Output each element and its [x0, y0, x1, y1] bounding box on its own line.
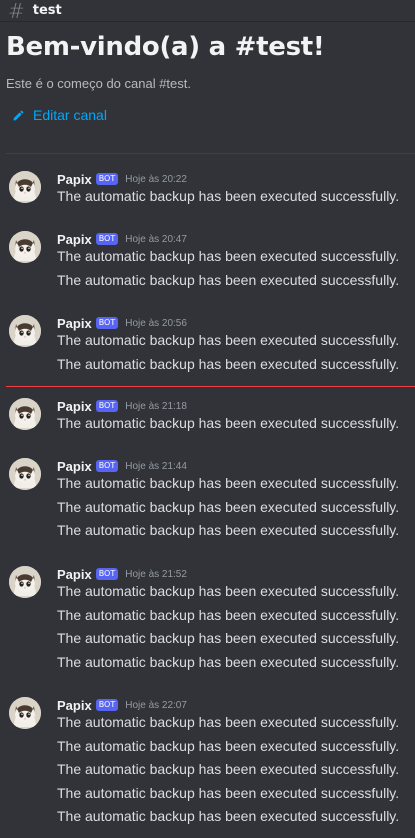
- cat-avatar[interactable]: [9, 398, 41, 430]
- cat-avatar[interactable]: [9, 171, 41, 203]
- new-messages-divider: [6, 386, 415, 387]
- message-content: The automatic backup has been executed s…: [57, 188, 400, 204]
- cat-avatar[interactable]: [9, 458, 41, 490]
- message-timestamp: Hoje às 22:07: [125, 699, 187, 711]
- channel-welcome: Bem-vindo(a) a #test! Este é o começo do…: [0, 22, 415, 123]
- cat-avatar[interactable]: [9, 697, 41, 729]
- message-content: The automatic backup has been executed s…: [57, 248, 400, 264]
- message-content: The automatic backup has been executed s…: [57, 714, 400, 730]
- message-content: The automatic backup has been executed s…: [57, 784, 400, 801]
- message-content: The automatic backup has been executed s…: [57, 653, 400, 670]
- message-header: Papix BOT Hoje às 21:44: [57, 458, 187, 474]
- message-header: Papix BOT Hoje às 20:47: [57, 231, 187, 247]
- author-name[interactable]: Papix: [57, 698, 92, 713]
- channel-name: test: [32, 3, 62, 18]
- message-timestamp: Hoje às 20:47: [125, 233, 187, 245]
- bot-badge: BOT: [95, 233, 119, 245]
- message-content: The automatic backup has been executed s…: [57, 522, 400, 539]
- message-content: The automatic backup has been executed s…: [57, 583, 400, 599]
- cat-avatar[interactable]: [9, 315, 41, 347]
- message-timestamp: Hoje às 20:56: [125, 317, 187, 329]
- channel-header: # test: [0, 0, 415, 22]
- welcome-divider: [6, 153, 415, 154]
- cat-avatar[interactable]: [9, 566, 41, 598]
- author-name[interactable]: Papix: [57, 459, 92, 474]
- welcome-subtitle: Este é o começo do canal #test.: [6, 76, 191, 91]
- author-name[interactable]: Papix: [57, 316, 92, 331]
- bot-badge: BOT: [95, 699, 119, 711]
- message-header: Papix BOT Hoje às 21:52: [57, 566, 187, 582]
- message-timestamp: Hoje às 21:18: [125, 400, 187, 412]
- message-header: Papix BOT Hoje às 20:22: [57, 171, 187, 187]
- edit-channel-link[interactable]: Editar canal: [12, 107, 415, 123]
- message-content: The automatic backup has been executed s…: [57, 606, 400, 623]
- message-content: The automatic backup has been executed s…: [57, 498, 400, 515]
- hash-icon: #: [8, 0, 25, 23]
- message-content: The automatic backup has been executed s…: [57, 808, 400, 825]
- message-header: Papix BOT Hoje às 22:07: [57, 697, 187, 713]
- message-content: The automatic backup has been executed s…: [57, 415, 400, 431]
- pencil-icon: [13, 110, 24, 120]
- bot-badge: BOT: [95, 568, 119, 580]
- message-timestamp: Hoje às 21:52: [125, 568, 187, 580]
- message-header: Papix BOT Hoje às 21:18: [57, 398, 187, 414]
- author-name[interactable]: Papix: [57, 172, 92, 187]
- bot-badge: BOT: [95, 400, 119, 412]
- bot-badge: BOT: [95, 317, 119, 329]
- message-content: The automatic backup has been executed s…: [57, 475, 400, 491]
- message-timestamp: Hoje às 20:22: [125, 173, 187, 185]
- cat-avatar[interactable]: [9, 231, 41, 263]
- bot-badge: BOT: [95, 460, 119, 472]
- author-name[interactable]: Papix: [57, 399, 92, 414]
- edit-channel-label: Editar canal: [33, 107, 107, 123]
- message-content: The automatic backup has been executed s…: [57, 355, 400, 372]
- message-content: The automatic backup has been executed s…: [57, 630, 400, 647]
- bot-badge: BOT: [95, 173, 119, 185]
- message-content: The automatic backup has been executed s…: [57, 761, 400, 778]
- message-content: The automatic backup has been executed s…: [57, 271, 400, 288]
- message-header: Papix BOT Hoje às 20:56: [57, 315, 187, 331]
- message-content: The automatic backup has been executed s…: [57, 737, 400, 754]
- message-timestamp: Hoje às 21:44: [125, 460, 187, 472]
- welcome-title: Bem-vindo(a) a #test!: [6, 32, 325, 62]
- author-name[interactable]: Papix: [57, 232, 92, 247]
- author-name[interactable]: Papix: [57, 567, 92, 582]
- message-content: The automatic backup has been executed s…: [57, 332, 400, 348]
